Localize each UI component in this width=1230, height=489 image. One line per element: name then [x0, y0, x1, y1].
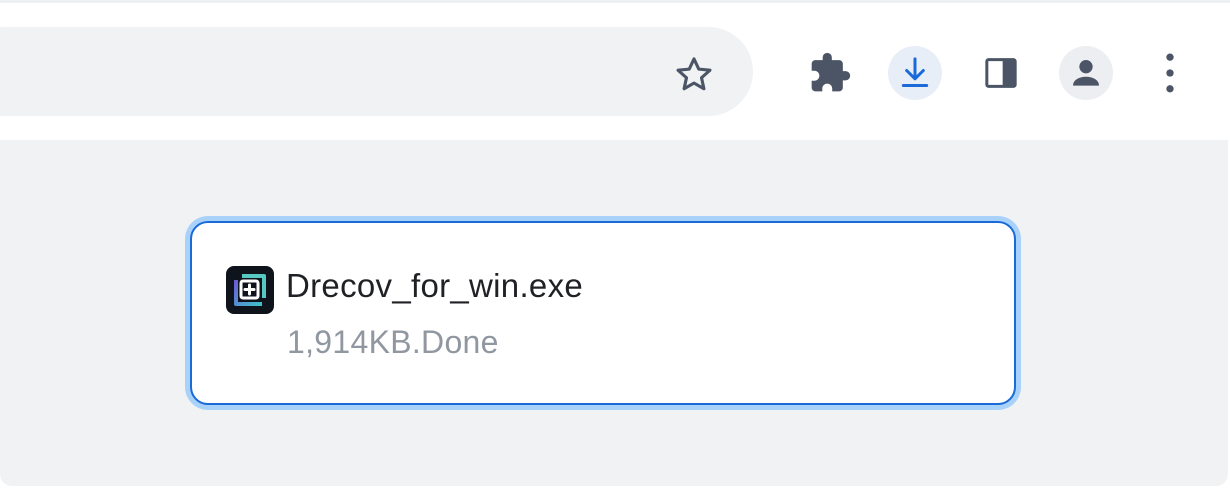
download-item[interactable]: Drecov_for_win.exe 1,914KB.Done — [190, 221, 1016, 405]
profile-button[interactable] — [1059, 46, 1113, 100]
drecov-app-icon — [226, 266, 274, 314]
star-icon — [676, 57, 712, 91]
person-icon — [1073, 60, 1099, 86]
download-icon — [901, 57, 929, 87]
download-file-name[interactable]: Drecov_for_win.exe — [286, 267, 583, 305]
downloads-button[interactable] — [888, 46, 942, 100]
address-bar[interactable] — [0, 27, 753, 116]
page-content: Drecov_for_win.exe 1,914KB.Done — [0, 140, 1228, 486]
more-vert-icon — [1166, 53, 1174, 93]
extensions-button[interactable] — [803, 46, 857, 100]
side-panel-button[interactable] — [974, 46, 1028, 100]
browser-toolbar — [0, 3, 1230, 140]
bookmark-star-button[interactable] — [670, 51, 718, 99]
puzzle-icon — [811, 52, 851, 92]
side-panel-icon — [985, 58, 1017, 88]
browser-window: Drecov_for_win.exe 1,914KB.Done — [0, 0, 1230, 489]
browser-menu-button[interactable] — [1143, 46, 1197, 100]
download-status: 1,914KB.Done — [287, 324, 499, 360]
